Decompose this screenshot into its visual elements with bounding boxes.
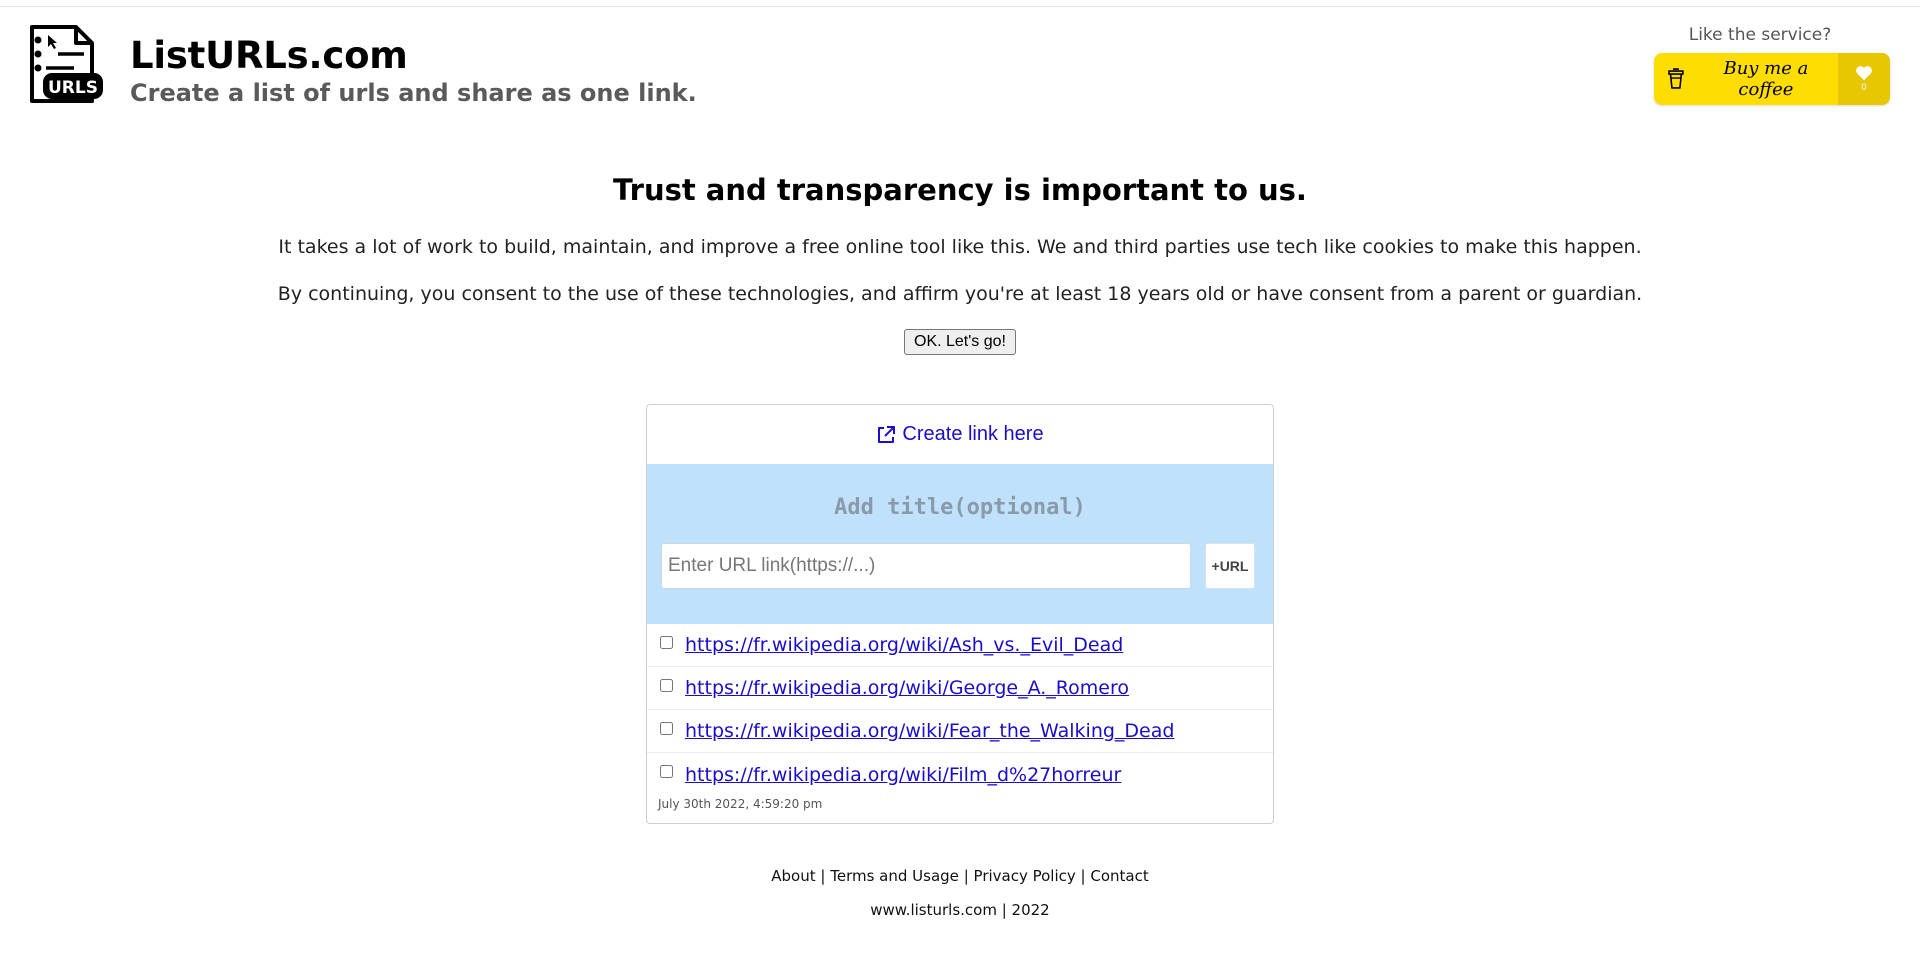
add-url-button[interactable]: +URL xyxy=(1205,543,1255,589)
url-checkbox[interactable] xyxy=(660,678,673,692)
footer-link-about[interactable]: About xyxy=(771,867,815,885)
url-checkbox[interactable] xyxy=(660,721,673,735)
coffee-heart: 0 xyxy=(1838,53,1890,105)
url-link[interactable]: https://fr.wikipedia.org/wiki/Fear_the_W… xyxy=(685,720,1174,742)
title-input[interactable] xyxy=(678,494,1242,521)
create-link-button[interactable]: Create link here xyxy=(876,423,1044,446)
site-subtitle: Create a list of urls and share as one l… xyxy=(130,79,697,107)
footer-link-terms[interactable]: Terms and Usage xyxy=(830,867,959,885)
urls-document-logo-icon[interactable]: URLS xyxy=(24,23,106,105)
consent-paragraph-1: It takes a lot of work to build, maintai… xyxy=(278,236,1642,258)
url-input[interactable] xyxy=(661,543,1191,589)
url-checkbox[interactable] xyxy=(660,635,673,649)
consent-notice: Trust and transparency is important to u… xyxy=(0,173,1920,355)
footer-link-contact[interactable]: Contact xyxy=(1090,867,1148,885)
page: URLS ListURLs.com Create a list of urls … xyxy=(0,6,1920,957)
coffee-label: Like the service? xyxy=(1688,25,1832,45)
coffee-button-label: Buy me a coffee xyxy=(1723,58,1809,100)
url-link[interactable]: https://fr.wikipedia.org/wiki/Ash_vs._Ev… xyxy=(685,634,1123,656)
coffee-main: Buy me a coffee xyxy=(1654,53,1838,105)
url-checkbox[interactable] xyxy=(660,765,673,778)
coffee-cup-icon xyxy=(1668,68,1684,89)
consent-ok-button[interactable]: OK. Let's go! xyxy=(904,329,1016,355)
footer-links: About | Terms and Usage | Privacy Policy… xyxy=(0,867,1920,885)
logo-text: URLS xyxy=(48,78,98,98)
url-link[interactable]: https://fr.wikipedia.org/wiki/Film_d%27h… xyxy=(685,764,1121,786)
site-header: URLS ListURLs.com Create a list of urls … xyxy=(24,23,697,113)
list-item: https://fr.wikipedia.org/wiki/George_A._… xyxy=(647,667,1273,710)
consent-paragraph-2: By continuing, you consent to the use of… xyxy=(277,283,1643,305)
buy-coffee-button[interactable]: Buy me a coffee 0 xyxy=(1654,53,1890,105)
brand: ListURLs.com Create a list of urls and s… xyxy=(130,23,697,105)
coffee-count: 0 xyxy=(1861,83,1867,93)
list-item: https://fr.wikipedia.org/wiki/Film_d%27h… xyxy=(647,753,1273,796)
consent-heading: Trust and transparency is important to u… xyxy=(613,173,1307,207)
coffee-widget: Like the service? Buy me a coffee 0 xyxy=(1654,25,1890,105)
site-footer: About | Terms and Usage | Privacy Policy… xyxy=(0,867,1920,919)
footer-link-privacy[interactable]: Privacy Policy xyxy=(974,867,1076,885)
list-item: https://fr.wikipedia.org/wiki/Ash_vs._Ev… xyxy=(647,624,1273,667)
url-list: https://fr.wikipedia.org/wiki/Ash_vs._Ev… xyxy=(647,624,1273,796)
footer-separator: | xyxy=(820,867,826,885)
url-input-row: +URL xyxy=(647,543,1273,589)
external-link-icon xyxy=(878,425,896,443)
list-timestamp: July 30th 2022, 4:59:20 pm xyxy=(658,797,823,811)
list-item: https://fr.wikipedia.org/wiki/Fear_the_W… xyxy=(647,710,1273,753)
url-link[interactable]: https://fr.wikipedia.org/wiki/George_A._… xyxy=(685,677,1129,699)
create-link-label: Create link here xyxy=(902,423,1044,445)
card-header: Create link here xyxy=(647,405,1273,464)
heart-icon xyxy=(1856,66,1872,81)
footer-copyright: www.listurls.com | 2022 xyxy=(870,901,1050,919)
footer-separator: | xyxy=(963,867,969,885)
site-title[interactable]: ListURLs.com xyxy=(130,37,697,74)
url-list-card: Create link here +URL https://fr.wikiped… xyxy=(646,404,1274,824)
footer-separator: | xyxy=(1080,867,1086,885)
input-panel: +URL xyxy=(647,464,1273,624)
